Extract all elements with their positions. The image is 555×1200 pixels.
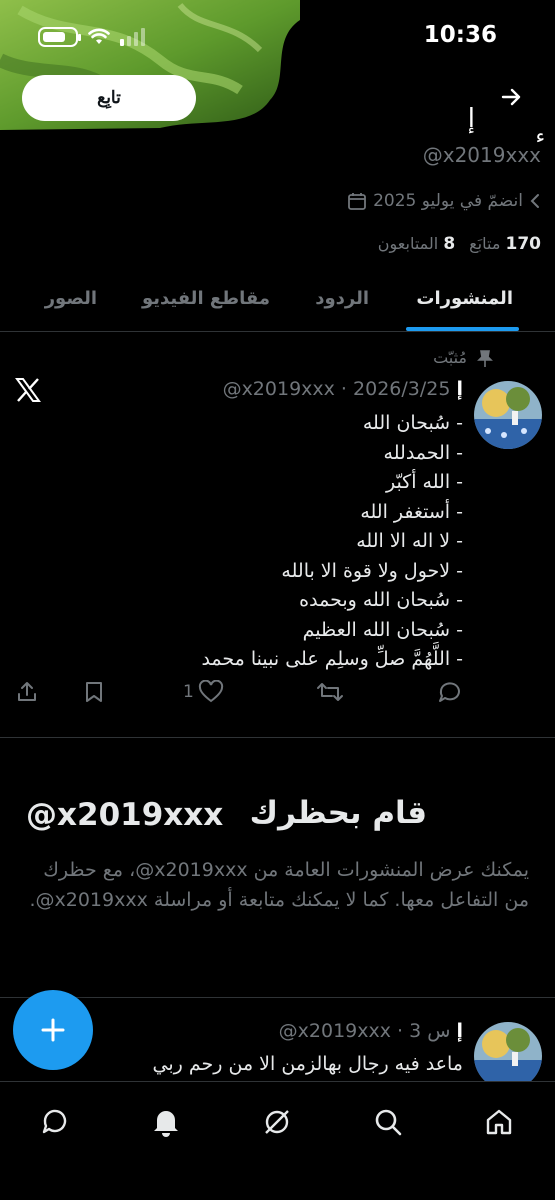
post-body: ماعد فيه رجال بهالزمن الا من رحم ربي bbox=[152, 1053, 463, 1075]
arrow-right-icon bbox=[501, 88, 521, 106]
section-divider bbox=[0, 737, 555, 738]
back-button[interactable] bbox=[489, 75, 533, 119]
post-line: - أستغفر الله bbox=[360, 500, 463, 523]
post-line: - الله أكبّر bbox=[385, 471, 463, 493]
post-body: - سُبحان الله - الحمدلله - الله أكبّر - … bbox=[201, 409, 463, 675]
bookmark-button[interactable] bbox=[83, 680, 105, 704]
post-line: - الحمدلله bbox=[383, 441, 463, 464]
comment-icon bbox=[439, 682, 460, 702]
followers-label: المتابعون bbox=[377, 234, 439, 253]
followers-count: 8 bbox=[443, 234, 456, 254]
blocked-handle: @x2019xxx bbox=[26, 797, 224, 833]
joined-text: انضمّ في يوليو 2025 bbox=[373, 191, 523, 211]
chevron-left-icon bbox=[530, 194, 539, 208]
status-time: 10:36 bbox=[423, 22, 497, 48]
bell-icon bbox=[154, 1111, 178, 1137]
following-count: 170 bbox=[505, 234, 542, 254]
post-line: - سُبحان الله وبحمده bbox=[299, 589, 463, 611]
reply-button[interactable] bbox=[437, 680, 463, 704]
post-line: - سُبحان الله bbox=[362, 412, 463, 434]
post-line: - اللَّهُمَّ صلِّ وسلِم على نبينا محمد bbox=[201, 648, 463, 670]
share-button[interactable] bbox=[15, 680, 39, 704]
post-line: - لا اله الا الله bbox=[356, 530, 463, 552]
post-line: - سُبحان الله العظيم bbox=[302, 618, 463, 641]
profile-name: إ bbox=[467, 104, 475, 134]
post-actions: 1 bbox=[0, 680, 555, 710]
joined-date: انضمّ في يوليو 2025 bbox=[347, 191, 541, 211]
status-icons bbox=[38, 27, 146, 47]
active-tab-indicator bbox=[406, 327, 519, 331]
pin-icon bbox=[477, 350, 493, 367]
pinned-label: مُثبّت bbox=[433, 348, 467, 367]
nav-search[interactable] bbox=[368, 1102, 408, 1142]
post-line: - لاحول ولا قوة الا بالله bbox=[281, 559, 463, 582]
repost-icon bbox=[317, 683, 343, 701]
cellular-signal-icon bbox=[120, 28, 145, 46]
home-icon bbox=[486, 1109, 512, 1135]
following-label: متابَع bbox=[469, 234, 501, 253]
status-bar: 10:36 bbox=[0, 0, 555, 70]
following-stat[interactable]: 170 متابَع bbox=[469, 234, 541, 254]
wifi-icon bbox=[88, 28, 110, 44]
x-logo-icon bbox=[15, 378, 41, 402]
blocked-title: قام بحظرك bbox=[249, 795, 427, 831]
post-meta: @x2019xxx · 3 س bbox=[278, 1020, 451, 1042]
avatar[interactable] bbox=[474, 1022, 542, 1090]
bottom-nav bbox=[0, 1081, 555, 1200]
tab-posts[interactable]: المنشورات bbox=[416, 288, 513, 309]
repost-button[interactable] bbox=[316, 680, 344, 704]
avatar[interactable] bbox=[474, 381, 542, 449]
tab-photos[interactable]: الصور bbox=[45, 288, 97, 309]
calendar-icon bbox=[348, 193, 367, 210]
like-button[interactable]: 1 bbox=[183, 680, 224, 704]
search-icon bbox=[375, 1109, 402, 1136]
nav-messages[interactable] bbox=[35, 1102, 75, 1142]
like-count: 1 bbox=[183, 682, 194, 702]
post-header: إ @x2019xxx · 3 س bbox=[279, 1020, 463, 1042]
grok-icon bbox=[265, 1110, 289, 1134]
share-icon bbox=[18, 682, 36, 701]
profile-stats: 170 متابَع 8 المتابعون bbox=[378, 234, 541, 254]
tab-videos[interactable]: مقاطع الفيديو bbox=[142, 288, 270, 309]
blocked-description: يمكنك عرض المنشورات العامة من ‎@x2019xxx… bbox=[29, 859, 529, 911]
followers-stat[interactable]: 8 المتابعون bbox=[378, 234, 455, 254]
nav-home[interactable] bbox=[479, 1102, 519, 1142]
bookmark-icon bbox=[86, 682, 102, 702]
post-header: إ @x2019xxx · 2026/3/25 bbox=[223, 378, 463, 400]
battery-icon bbox=[38, 27, 81, 47]
heart-icon bbox=[198, 680, 223, 703]
nav-grok[interactable] bbox=[257, 1102, 297, 1142]
tab-replies[interactable]: الردود bbox=[315, 288, 369, 309]
follow-button[interactable]: تابِع bbox=[22, 75, 196, 121]
post-author[interactable]: إ bbox=[456, 378, 463, 400]
compose-button[interactable] bbox=[13, 990, 93, 1070]
section-divider bbox=[0, 997, 555, 998]
profile-tabs: المنشورات الردود مقاطع الفيديو الصور bbox=[0, 270, 555, 332]
post-author[interactable]: إ bbox=[456, 1020, 463, 1042]
profile-handle: @x2019xxx bbox=[422, 143, 541, 167]
nav-notifications[interactable] bbox=[146, 1102, 186, 1142]
plus-icon bbox=[41, 1018, 65, 1042]
message-icon bbox=[42, 1109, 67, 1134]
post-meta: @x2019xxx · 2026/3/25 bbox=[222, 378, 451, 400]
